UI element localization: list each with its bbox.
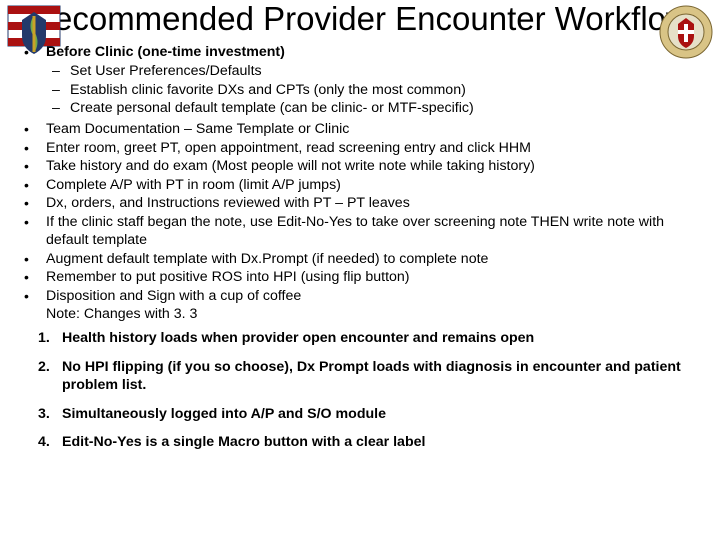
bullet-item: Dx, orders, and Instructions reviewed wi… [18,194,702,212]
bullet-item: Disposition and Sign with a cup of coffe… [18,287,702,305]
numbered-item: Simultaneously logged into A/P and S/O m… [18,405,702,423]
bullet-item: If the clinic staff began the note, use … [18,213,702,250]
slide-content: Before Clinic (one-time investment) Set … [0,37,720,452]
numbered-item: Health history loads when provider open … [18,329,702,347]
bullet-item: Augment default template with Dx.Prompt … [18,250,702,268]
note-line: Note: Changes with 3. 3 [18,305,702,323]
bullet-head-text: Before Clinic (one-time investment) [46,44,285,60]
bullet-before-clinic: Before Clinic (one-time investment) Set … [18,43,702,118]
numbered-item: No HPI flipping (if you so choose), Dx P… [18,358,702,395]
page-title: Recommended Provider Encounter Workflow [0,0,720,37]
subbullet: Establish clinic favorite DXs and CPTs (… [46,81,702,99]
subbullet: Set User Preferences/Defaults [46,62,702,80]
bullet-item: Take history and do exam (Most people wi… [18,157,702,175]
bullet-item: Remember to put positive ROS into HPI (u… [18,268,702,286]
bullet-item: Complete A/P with PT in room (limit A/P … [18,176,702,194]
bullet-item: Team Documentation – Same Template or Cl… [18,120,702,138]
numbered-item: Edit-No-Yes is a single Macro button wit… [18,433,702,451]
bullet-item: Enter room, greet PT, open appointment, … [18,139,702,157]
subbullet: Create personal default template (can be… [46,99,702,117]
